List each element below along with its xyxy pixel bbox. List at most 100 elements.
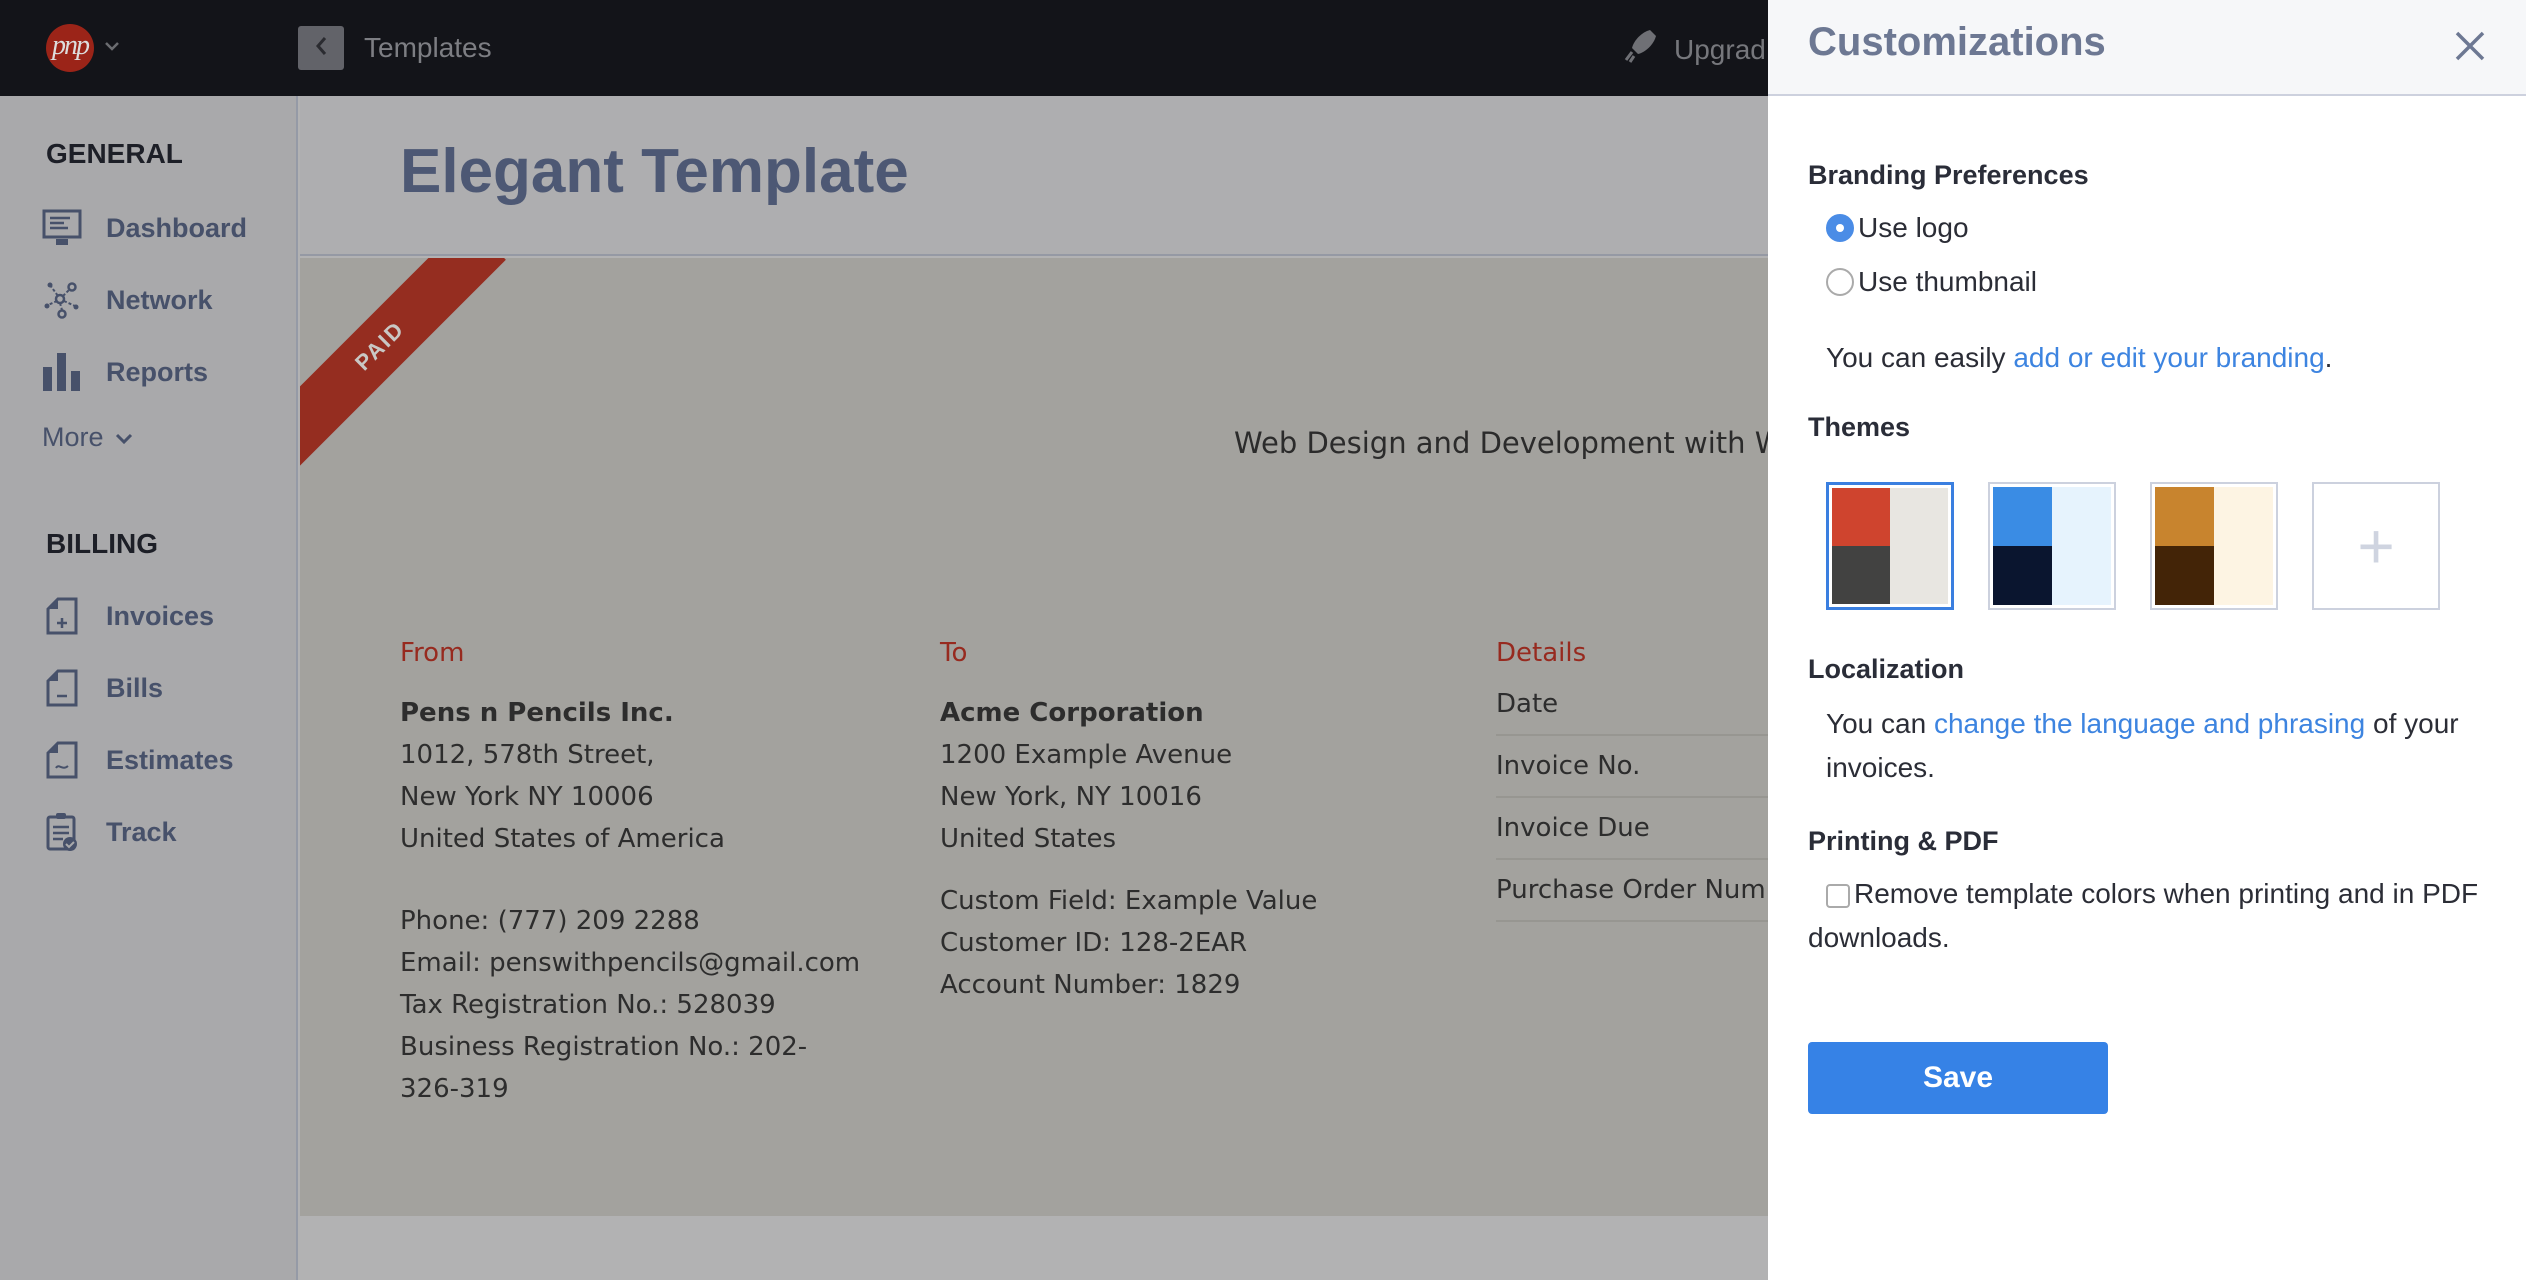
save-button[interactable]: Save xyxy=(1808,1042,2108,1114)
sidebar: GENERAL Dashboard Network Reports More B… xyxy=(0,96,298,1280)
details-row-label: Invoice No. xyxy=(1496,751,1641,781)
themes-heading: Themes xyxy=(1808,412,1911,442)
estimate-tilde-icon xyxy=(42,740,82,780)
theme-light-color xyxy=(2052,487,2111,605)
to-column: To Acme Corporation 1200 Example Avenue … xyxy=(940,632,1317,1006)
panel-header: Customizations xyxy=(1768,0,2526,96)
to-label: To xyxy=(940,638,968,668)
close-icon xyxy=(2453,29,2487,68)
plus-icon: + xyxy=(2357,510,2395,582)
sidebar-heading-billing: BILLING xyxy=(46,528,158,559)
theme-swatch[interactable] xyxy=(2150,482,2278,610)
theme-dark-color xyxy=(1832,546,1890,604)
sidebar-item-network[interactable]: Network xyxy=(42,280,213,320)
from-address-line: New York NY 10006 xyxy=(400,782,654,812)
edit-branding-link[interactable]: add or edit your branding xyxy=(2013,342,2324,373)
bar-chart-icon xyxy=(42,352,82,392)
use-logo-radio[interactable]: Use logo xyxy=(1826,212,1969,244)
theme-swatch[interactable] xyxy=(1988,482,2116,610)
sidebar-item-label: Dashboard xyxy=(106,212,248,243)
details-column: Details Date Invoice No. Invoice Due Pur… xyxy=(1496,632,1768,922)
network-icon xyxy=(42,280,82,320)
chevron-down-icon[interactable] xyxy=(102,36,122,56)
theme-light-color xyxy=(2214,487,2273,605)
radio-label: Use logo xyxy=(1858,212,1969,243)
details-label: Details xyxy=(1496,638,1587,668)
localization-text: You can change the language and phrasing… xyxy=(1826,702,2466,790)
chevron-down-icon xyxy=(114,422,134,453)
from-tax-reg: Tax Registration No.: 528039 xyxy=(400,990,776,1020)
theme-dark-color xyxy=(2155,546,2214,605)
localization-text-before: You can xyxy=(1826,708,1934,739)
from-email: Email: penswithpencils@gmail.com xyxy=(400,948,861,978)
sidebar-item-track[interactable]: Track xyxy=(42,812,177,852)
sidebar-item-reports[interactable]: Reports xyxy=(42,352,208,392)
change-language-link[interactable]: change the language and phrasing xyxy=(1934,708,2365,739)
sidebar-item-label: Invoices xyxy=(106,600,215,631)
sidebar-heading-general: GENERAL xyxy=(46,138,183,169)
details-row: Date xyxy=(1496,674,1768,736)
sidebar-item-label: Bills xyxy=(106,672,164,703)
theme-light-color xyxy=(1890,488,1948,604)
upgrade-button[interactable]: Upgrad xyxy=(1620,26,1766,73)
page-title: Elegant Template xyxy=(400,137,909,206)
invoice-preview: PAID Web Design and Development with Wor… xyxy=(300,258,1768,1216)
from-address-line: 1012, 578th Street, xyxy=(400,740,655,770)
radio-selected[interactable] xyxy=(1826,214,1854,242)
back-button[interactable] xyxy=(298,26,344,70)
printing-heading: Printing & PDF xyxy=(1808,826,1999,856)
to-customer-id: Customer ID: 128-2EAR xyxy=(940,928,1248,958)
radio-label: Use thumbnail xyxy=(1858,266,2037,297)
sidebar-item-label: Reports xyxy=(106,356,209,387)
from-business-reg: Business Registration No.: 202-326-319 xyxy=(400,1032,808,1104)
from-column: From Pens n Pencils Inc. 1012, 578th Str… xyxy=(400,632,860,1110)
theme-accent-color xyxy=(2155,487,2214,546)
remove-colors-checkbox[interactable] xyxy=(1826,883,1850,908)
theme-accent-color xyxy=(1832,488,1890,546)
theme-accent-color xyxy=(1993,487,2052,546)
sidebar-item-label: Estimates xyxy=(106,744,234,775)
clipboard-check-icon xyxy=(42,812,82,852)
to-custom-field: Custom Field: Example Value xyxy=(940,886,1318,916)
details-row-label: Purchase Order Number xyxy=(1496,875,1768,905)
chevron-left-icon xyxy=(313,35,329,62)
details-row-label: Date xyxy=(1496,689,1559,719)
company-logo[interactable]: pnp xyxy=(46,24,94,72)
from-address-line: United States of America xyxy=(400,824,725,854)
to-account-number: Account Number: 1829 xyxy=(940,970,1241,1000)
radio-unselected[interactable] xyxy=(1826,268,1854,296)
add-theme-button[interactable]: + xyxy=(2312,482,2440,610)
sidebar-item-label: Track xyxy=(106,816,177,847)
localization-heading: Localization xyxy=(1808,654,1965,684)
details-row: Invoice Due xyxy=(1496,798,1768,860)
remove-colors-checkbox-row[interactable]: Remove template colors when printing and… xyxy=(1808,872,2488,960)
breadcrumb[interactable]: Templates xyxy=(364,28,492,68)
from-phone: Phone: (777) 209 2288 xyxy=(400,906,700,936)
sidebar-more-toggle[interactable]: More xyxy=(42,422,134,453)
theme-list: + xyxy=(1826,482,2440,610)
rocket-icon xyxy=(1620,26,1660,73)
to-address-line: New York, NY 10016 xyxy=(940,782,1202,812)
upgrade-label: Upgrad xyxy=(1674,33,1766,65)
sidebar-item-invoices[interactable]: Invoices xyxy=(42,596,214,636)
more-label: More xyxy=(42,422,104,452)
details-row: Purchase Order Number xyxy=(1496,860,1768,922)
to-company: Acme Corporation xyxy=(940,698,1204,728)
sidebar-item-estimates[interactable]: Estimates xyxy=(42,740,234,780)
page-header: Elegant Template xyxy=(300,96,1768,256)
branding-heading: Branding Preferences xyxy=(1808,160,2089,190)
checkbox-label: Remove template colors when printing and… xyxy=(1808,878,2479,953)
invoice-plus-icon xyxy=(42,596,82,636)
to-address-line: 1200 Example Avenue xyxy=(940,740,1233,770)
use-thumbnail-radio[interactable]: Use thumbnail xyxy=(1826,266,2037,298)
close-button[interactable] xyxy=(2450,28,2490,68)
sidebar-item-dashboard[interactable]: Dashboard xyxy=(42,208,247,248)
theme-swatch[interactable] xyxy=(1826,482,1954,610)
theme-dark-color xyxy=(1993,546,2052,605)
from-label: From xyxy=(400,638,465,668)
panel-title: Customizations xyxy=(1808,20,2106,64)
branding-text-before: You can easily xyxy=(1826,342,2014,373)
from-company: Pens n Pencils Inc. xyxy=(400,698,674,728)
sidebar-item-bills[interactable]: Bills xyxy=(42,668,163,708)
to-address-line: United States xyxy=(940,824,1117,854)
